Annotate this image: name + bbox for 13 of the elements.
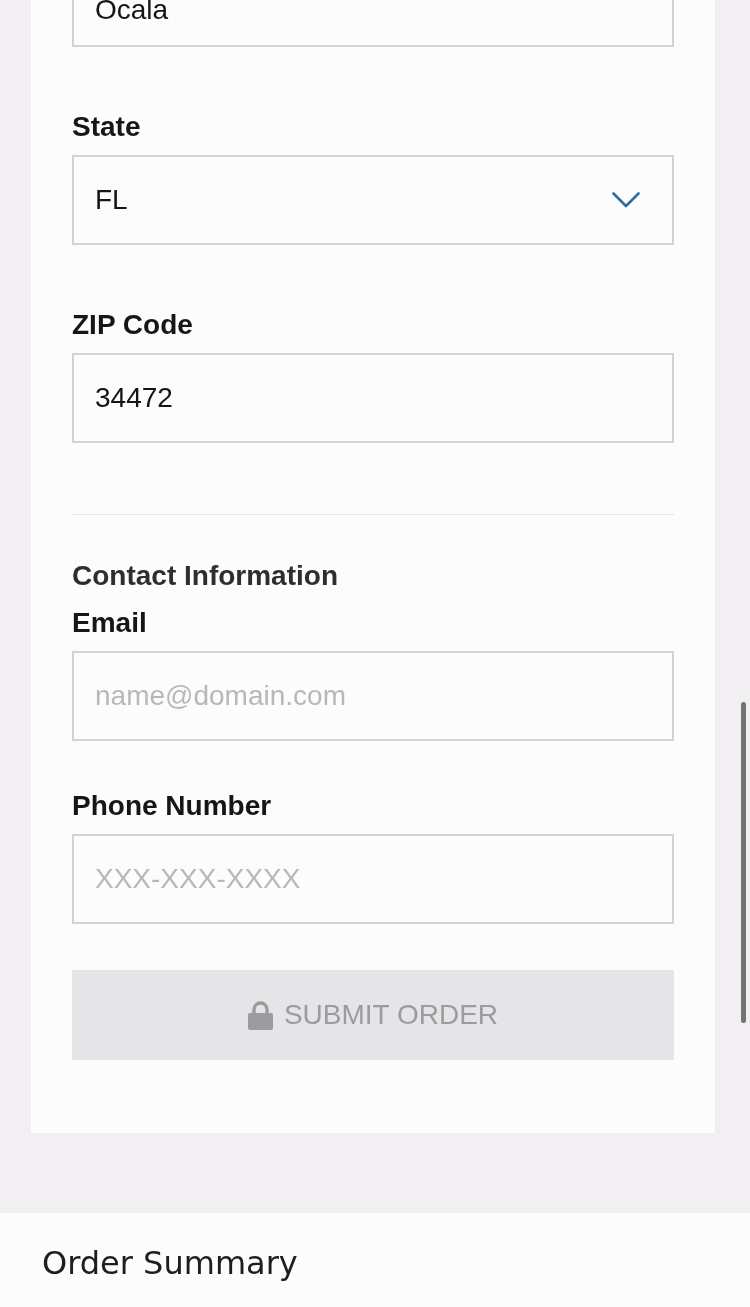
address-input[interactable]: 34472 — [72, 353, 674, 443]
scrollbar-thumb[interactable] — [741, 702, 746, 1023]
section-heading: Contact Information — [72, 560, 338, 592]
field-label: State — [72, 111, 141, 143]
chevron-down-icon — [612, 192, 640, 208]
field-label: Email — [72, 607, 147, 639]
field-label: Phone Number — [72, 790, 272, 822]
lock-icon — [247, 1000, 273, 1030]
contact-input[interactable]: name@domain.com — [72, 651, 674, 741]
field-label: ZIP Code — [72, 309, 193, 341]
address-select[interactable]: FL — [72, 155, 674, 245]
contact-input[interactable]: XXX-XXX-XXXX — [72, 834, 674, 924]
order-summary-heading[interactable]: Order Summary — [42, 1243, 298, 1283]
